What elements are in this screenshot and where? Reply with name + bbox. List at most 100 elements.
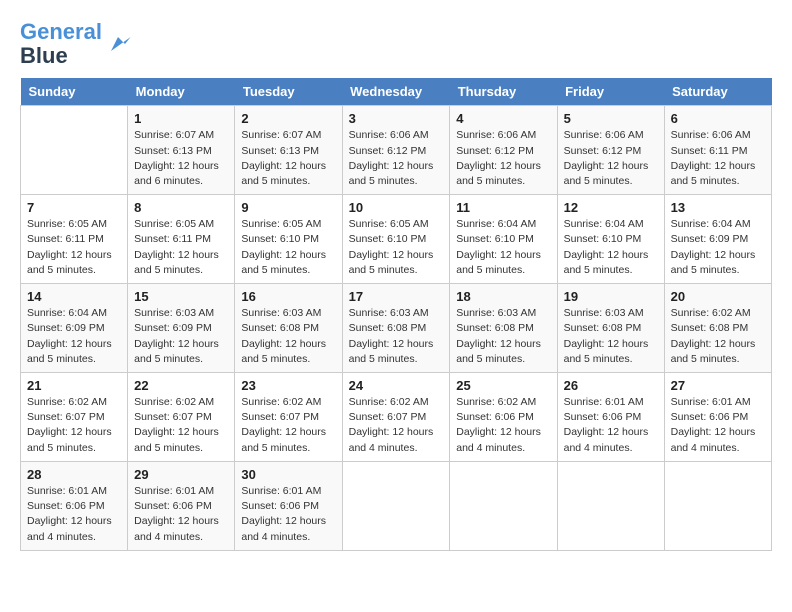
day-number: 7 — [27, 200, 121, 215]
day-number: 4 — [456, 111, 550, 126]
day-info: Sunrise: 6:02 AM Sunset: 6:06 PM Dayligh… — [456, 395, 550, 456]
col-header-saturday: Saturday — [664, 78, 771, 106]
day-number: 27 — [671, 378, 765, 393]
col-header-tuesday: Tuesday — [235, 78, 342, 106]
calendar-body: 1 Sunrise: 6:07 AM Sunset: 6:13 PM Daylig… — [21, 106, 772, 550]
day-info: Sunrise: 6:02 AM Sunset: 6:08 PM Dayligh… — [671, 306, 765, 367]
day-cell — [342, 461, 450, 550]
day-info: Sunrise: 6:01 AM Sunset: 6:06 PM Dayligh… — [134, 484, 228, 545]
day-info: Sunrise: 6:02 AM Sunset: 6:07 PM Dayligh… — [349, 395, 444, 456]
day-number: 19 — [564, 289, 658, 304]
day-info: Sunrise: 6:07 AM Sunset: 6:13 PM Dayligh… — [134, 128, 228, 189]
day-number: 29 — [134, 467, 228, 482]
logo: General Blue — [20, 20, 132, 68]
day-number: 9 — [241, 200, 335, 215]
day-number: 10 — [349, 200, 444, 215]
day-cell: 11Sunrise: 6:04 AM Sunset: 6:10 PM Dayli… — [450, 195, 557, 284]
day-number: 14 — [27, 289, 121, 304]
day-number: 21 — [27, 378, 121, 393]
day-info: Sunrise: 6:06 AM Sunset: 6:12 PM Dayligh… — [456, 128, 550, 189]
day-cell: 22Sunrise: 6:02 AM Sunset: 6:07 PM Dayli… — [128, 373, 235, 462]
day-cell: 12 Sunrise: 6:04 AM Sunset: 6:10 PM Dayli… — [557, 195, 664, 284]
day-info: Sunrise: 6:05 AM Sunset: 6:10 PM Dayligh… — [349, 217, 444, 278]
day-number: 18 — [456, 289, 550, 304]
day-number: 15 — [134, 289, 228, 304]
day-info: Sunrise: 6:06 AM Sunset: 6:12 PM Dayligh… — [349, 128, 444, 189]
day-cell: 10 Sunrise: 6:05 AM Sunset: 6:10 PM Dayli… — [342, 195, 450, 284]
week-row-4: 21 Sunrise: 6:02 AM Sunset: 6:07 PM Dayli… — [21, 373, 772, 462]
day-cell: 18 Sunrise: 6:03 AM Sunset: 6:08 PM Dayli… — [450, 284, 557, 373]
day-cell: 5Sunrise: 6:06 AM Sunset: 6:12 PM Daylig… — [557, 106, 664, 195]
day-cell: 3 Sunrise: 6:06 AM Sunset: 6:12 PM Daylig… — [342, 106, 450, 195]
day-cell: 9 Sunrise: 6:05 AM Sunset: 6:10 PM Daylig… — [235, 195, 342, 284]
day-number: 16 — [241, 289, 335, 304]
week-row-3: 14 Sunrise: 6:04 AM Sunset: 6:09 PM Dayli… — [21, 284, 772, 373]
day-cell: 1 Sunrise: 6:07 AM Sunset: 6:13 PM Daylig… — [128, 106, 235, 195]
day-info: Sunrise: 6:01 AM Sunset: 6:06 PM Dayligh… — [564, 395, 658, 456]
col-header-thursday: Thursday — [450, 78, 557, 106]
week-row-5: 28 Sunrise: 6:01 AM Sunset: 6:06 PM Dayli… — [21, 461, 772, 550]
day-cell — [450, 461, 557, 550]
day-info: Sunrise: 6:01 AM Sunset: 6:06 PM Dayligh… — [671, 395, 765, 456]
day-cell — [557, 461, 664, 550]
week-row-2: 7 Sunrise: 6:05 AM Sunset: 6:11 PM Daylig… — [21, 195, 772, 284]
day-number: 20 — [671, 289, 765, 304]
calendar-header-row: SundayMondayTuesdayWednesdayThursdayFrid… — [21, 78, 772, 106]
day-number: 26 — [564, 378, 658, 393]
day-cell: 7 Sunrise: 6:05 AM Sunset: 6:11 PM Daylig… — [21, 195, 128, 284]
day-info: Sunrise: 6:04 AM Sunset: 6:10 PM Dayligh… — [564, 217, 658, 278]
day-info: Sunrise: 6:03 AM Sunset: 6:08 PM Dayligh… — [456, 306, 550, 367]
day-info: Sunrise: 6:02 AM Sunset: 6:07 PM Dayligh… — [134, 395, 228, 456]
day-cell: 23Sunrise: 6:02 AM Sunset: 6:07 PM Dayli… — [235, 373, 342, 462]
day-cell: 6 Sunrise: 6:06 AM Sunset: 6:11 PM Daylig… — [664, 106, 771, 195]
day-number: 13 — [671, 200, 765, 215]
day-cell: 16 Sunrise: 6:03 AM Sunset: 6:08 PM Dayli… — [235, 284, 342, 373]
day-info: Sunrise: 6:07 AM Sunset: 6:13 PM Dayligh… — [241, 128, 335, 189]
day-info: Sunrise: 6:03 AM Sunset: 6:08 PM Dayligh… — [241, 306, 335, 367]
day-number: 3 — [349, 111, 444, 126]
day-info: Sunrise: 6:05 AM Sunset: 6:10 PM Dayligh… — [241, 217, 335, 278]
col-header-friday: Friday — [557, 78, 664, 106]
day-info: Sunrise: 6:03 AM Sunset: 6:08 PM Dayligh… — [564, 306, 658, 367]
day-cell: 26 Sunrise: 6:01 AM Sunset: 6:06 PM Dayli… — [557, 373, 664, 462]
day-info: Sunrise: 6:03 AM Sunset: 6:08 PM Dayligh… — [349, 306, 444, 367]
day-info: Sunrise: 6:04 AM Sunset: 6:09 PM Dayligh… — [671, 217, 765, 278]
day-info: Sunrise: 6:06 AM Sunset: 6:12 PM Dayligh… — [564, 128, 658, 189]
day-info: Sunrise: 6:05 AM Sunset: 6:11 PM Dayligh… — [27, 217, 121, 278]
day-cell: 17 Sunrise: 6:03 AM Sunset: 6:08 PM Dayli… — [342, 284, 450, 373]
day-cell: 20 Sunrise: 6:02 AM Sunset: 6:08 PM Dayli… — [664, 284, 771, 373]
day-cell — [21, 106, 128, 195]
day-cell: 15 Sunrise: 6:03 AM Sunset: 6:09 PM Dayli… — [128, 284, 235, 373]
day-number: 28 — [27, 467, 121, 482]
day-info: Sunrise: 6:02 AM Sunset: 6:07 PM Dayligh… — [27, 395, 121, 456]
day-cell: 13 Sunrise: 6:04 AM Sunset: 6:09 PM Dayli… — [664, 195, 771, 284]
day-cell — [664, 461, 771, 550]
day-cell: 29 Sunrise: 6:01 AM Sunset: 6:06 PM Dayli… — [128, 461, 235, 550]
day-number: 11 — [456, 200, 550, 215]
week-row-1: 1 Sunrise: 6:07 AM Sunset: 6:13 PM Daylig… — [21, 106, 772, 195]
day-cell: 2Sunrise: 6:07 AM Sunset: 6:13 PM Daylig… — [235, 106, 342, 195]
day-cell: 14 Sunrise: 6:04 AM Sunset: 6:09 PM Dayli… — [21, 284, 128, 373]
day-cell: 24 Sunrise: 6:02 AM Sunset: 6:07 PM Dayli… — [342, 373, 450, 462]
day-number: 17 — [349, 289, 444, 304]
day-number: 30 — [241, 467, 335, 482]
day-info: Sunrise: 6:02 AM Sunset: 6:07 PM Dayligh… — [241, 395, 335, 456]
day-info: Sunrise: 6:01 AM Sunset: 6:06 PM Dayligh… — [27, 484, 121, 545]
day-info: Sunrise: 6:03 AM Sunset: 6:09 PM Dayligh… — [134, 306, 228, 367]
day-number: 24 — [349, 378, 444, 393]
day-cell: 4 Sunrise: 6:06 AM Sunset: 6:12 PM Daylig… — [450, 106, 557, 195]
day-number: 6 — [671, 111, 765, 126]
day-info: Sunrise: 6:05 AM Sunset: 6:11 PM Dayligh… — [134, 217, 228, 278]
day-info: Sunrise: 6:06 AM Sunset: 6:11 PM Dayligh… — [671, 128, 765, 189]
day-number: 1 — [134, 111, 228, 126]
day-number: 8 — [134, 200, 228, 215]
day-info: Sunrise: 6:01 AM Sunset: 6:06 PM Dayligh… — [241, 484, 335, 545]
day-info: Sunrise: 6:04 AM Sunset: 6:09 PM Dayligh… — [27, 306, 121, 367]
col-header-sunday: Sunday — [21, 78, 128, 106]
day-number: 12 — [564, 200, 658, 215]
day-cell: 30 Sunrise: 6:01 AM Sunset: 6:06 PM Dayli… — [235, 461, 342, 550]
logo-text: General Blue — [20, 20, 102, 68]
day-cell: 28 Sunrise: 6:01 AM Sunset: 6:06 PM Dayli… — [21, 461, 128, 550]
day-cell: 21 Sunrise: 6:02 AM Sunset: 6:07 PM Dayli… — [21, 373, 128, 462]
day-cell: 25Sunrise: 6:02 AM Sunset: 6:06 PM Dayli… — [450, 373, 557, 462]
